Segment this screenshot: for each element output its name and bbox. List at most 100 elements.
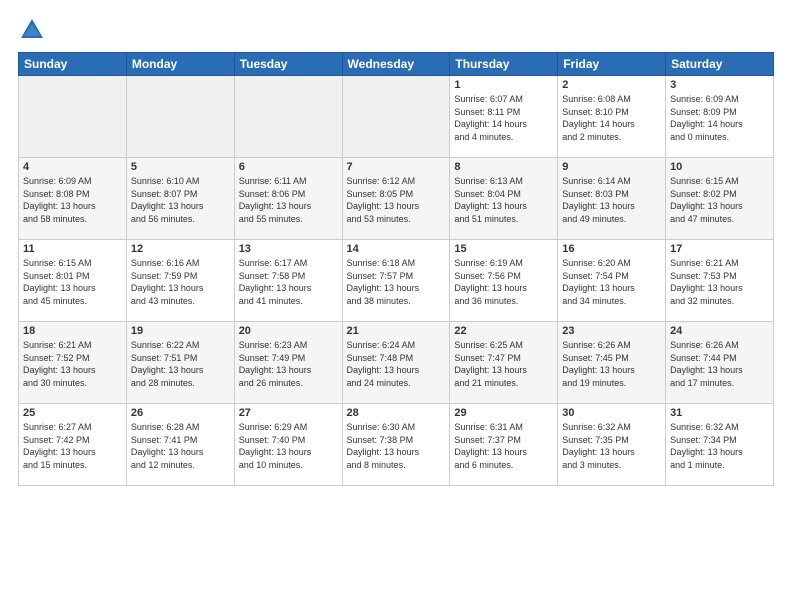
day-info: Sunrise: 6:15 AM Sunset: 8:01 PM Dayligh… <box>23 257 122 307</box>
day-number: 12 <box>131 243 230 255</box>
weekday-header-friday: Friday <box>558 53 666 76</box>
day-info: Sunrise: 6:24 AM Sunset: 7:48 PM Dayligh… <box>347 339 446 389</box>
calendar-cell: 8Sunrise: 6:13 AM Sunset: 8:04 PM Daylig… <box>450 158 558 240</box>
calendar-cell: 1Sunrise: 6:07 AM Sunset: 8:11 PM Daylig… <box>450 76 558 158</box>
day-number: 16 <box>562 243 661 255</box>
calendar-cell: 23Sunrise: 6:26 AM Sunset: 7:45 PM Dayli… <box>558 322 666 404</box>
day-number: 11 <box>23 243 122 255</box>
day-info: Sunrise: 6:32 AM Sunset: 7:35 PM Dayligh… <box>562 421 661 471</box>
day-number: 21 <box>347 325 446 337</box>
calendar-week-row: 25 Sunrise: 6:27 AM Sunset: 7:42 PM Dayli… <box>19 404 774 486</box>
calendar-cell: 30 Sunrise: 6:32 AM Sunset: 7:35 PM Dayli… <box>558 404 666 486</box>
calendar-cell: 31 Sunrise: 6:32 AM Sunset: 7:34 PM Dayli… <box>666 404 774 486</box>
calendar-cell: 9 Sunrise: 6:14 AM Sunset: 8:03 PM Daylig… <box>558 158 666 240</box>
day-info: Sunrise: 6:28 AM Sunset: 7:41 PM Dayligh… <box>131 421 230 471</box>
calendar-cell: 17 Sunrise: 6:21 AM Sunset: 7:53 PM Dayli… <box>666 240 774 322</box>
calendar-cell <box>19 76 127 158</box>
calendar-cell: 10 Sunrise: 6:15 AM Sunset: 8:02 PM Dayli… <box>666 158 774 240</box>
day-info: Sunrise: 6:09 AM Sunset: 8:09 PM Dayligh… <box>670 93 769 143</box>
day-info: Sunrise: 6:09 AM Sunset: 8:08 PM Dayligh… <box>23 175 122 225</box>
calendar-cell: 4 Sunrise: 6:09 AM Sunset: 8:08 PM Daylig… <box>19 158 127 240</box>
day-number: 25 <box>23 407 122 419</box>
weekday-header-wednesday: Wednesday <box>342 53 450 76</box>
weekday-header-sunday: Sunday <box>19 53 127 76</box>
day-info: Sunrise: 6:27 AM Sunset: 7:42 PM Dayligh… <box>23 421 122 471</box>
calendar-cell: 15 Sunrise: 6:19 AM Sunset: 7:56 PM Dayli… <box>450 240 558 322</box>
day-number: 9 <box>562 161 661 173</box>
calendar-week-row: 11 Sunrise: 6:15 AM Sunset: 8:01 PM Dayli… <box>19 240 774 322</box>
day-number: 30 <box>562 407 661 419</box>
day-info: Sunrise: 6:11 AM Sunset: 8:06 PM Dayligh… <box>239 175 338 225</box>
calendar-cell: 18 Sunrise: 6:21 AM Sunset: 7:52 PM Dayli… <box>19 322 127 404</box>
calendar-week-row: 18 Sunrise: 6:21 AM Sunset: 7:52 PM Dayli… <box>19 322 774 404</box>
day-number: 17 <box>670 243 769 255</box>
calendar-cell: 2 Sunrise: 6:08 AM Sunset: 8:10 PM Daylig… <box>558 76 666 158</box>
calendar-cell: 24 Sunrise: 6:26 AM Sunset: 7:44 PM Dayli… <box>666 322 774 404</box>
day-number: 20 <box>239 325 338 337</box>
calendar-cell: 19Sunrise: 6:22 AM Sunset: 7:51 PM Dayli… <box>126 322 234 404</box>
calendar-cell <box>234 76 342 158</box>
calendar-cell: 6 Sunrise: 6:11 AM Sunset: 8:06 PM Daylig… <box>234 158 342 240</box>
day-info: Sunrise: 6:14 AM Sunset: 8:03 PM Dayligh… <box>562 175 661 225</box>
calendar-cell: 28 Sunrise: 6:30 AM Sunset: 7:38 PM Dayli… <box>342 404 450 486</box>
calendar-cell <box>342 76 450 158</box>
day-number: 13 <box>239 243 338 255</box>
day-info: Sunrise: 6:21 AM Sunset: 7:52 PM Dayligh… <box>23 339 122 389</box>
calendar-cell: 25 Sunrise: 6:27 AM Sunset: 7:42 PM Dayli… <box>19 404 127 486</box>
day-info: Sunrise: 6:12 AM Sunset: 8:05 PM Dayligh… <box>347 175 446 225</box>
weekday-header-monday: Monday <box>126 53 234 76</box>
day-info: Sunrise: 6:31 AM Sunset: 7:37 PM Dayligh… <box>454 421 553 471</box>
calendar-cell: 7 Sunrise: 6:12 AM Sunset: 8:05 PM Daylig… <box>342 158 450 240</box>
day-number: 29 <box>454 407 553 419</box>
day-number: 7 <box>347 161 446 173</box>
day-info: Sunrise: 6:15 AM Sunset: 8:02 PM Dayligh… <box>670 175 769 225</box>
weekday-header-thursday: Thursday <box>450 53 558 76</box>
day-number: 22 <box>454 325 553 337</box>
day-info: Sunrise: 6:19 AM Sunset: 7:56 PM Dayligh… <box>454 257 553 307</box>
day-info: Sunrise: 6:30 AM Sunset: 7:38 PM Dayligh… <box>347 421 446 471</box>
day-info: Sunrise: 6:32 AM Sunset: 7:34 PM Dayligh… <box>670 421 769 471</box>
day-number: 19 <box>131 325 230 337</box>
day-number: 18 <box>23 325 122 337</box>
day-number: 31 <box>670 407 769 419</box>
day-number: 2 <box>562 79 661 91</box>
calendar-cell: 20 Sunrise: 6:23 AM Sunset: 7:49 PM Dayli… <box>234 322 342 404</box>
calendar-cell: 14Sunrise: 6:18 AM Sunset: 7:57 PM Dayli… <box>342 240 450 322</box>
day-info: Sunrise: 6:26 AM Sunset: 7:45 PM Dayligh… <box>562 339 661 389</box>
calendar-header-row: SundayMondayTuesdayWednesdayThursdayFrid… <box>19 53 774 76</box>
day-number: 28 <box>347 407 446 419</box>
weekday-header-saturday: Saturday <box>666 53 774 76</box>
day-number: 10 <box>670 161 769 173</box>
day-info: Sunrise: 6:25 AM Sunset: 7:47 PM Dayligh… <box>454 339 553 389</box>
day-info: Sunrise: 6:18 AM Sunset: 7:57 PM Dayligh… <box>347 257 446 307</box>
calendar-cell: 27 Sunrise: 6:29 AM Sunset: 7:40 PM Dayli… <box>234 404 342 486</box>
calendar-cell: 13Sunrise: 6:17 AM Sunset: 7:58 PM Dayli… <box>234 240 342 322</box>
day-info: Sunrise: 6:08 AM Sunset: 8:10 PM Dayligh… <box>562 93 661 143</box>
calendar-table: SundayMondayTuesdayWednesdayThursdayFrid… <box>18 52 774 486</box>
header <box>18 16 774 44</box>
day-number: 3 <box>670 79 769 91</box>
day-number: 4 <box>23 161 122 173</box>
day-number: 15 <box>454 243 553 255</box>
day-info: Sunrise: 6:26 AM Sunset: 7:44 PM Dayligh… <box>670 339 769 389</box>
day-info: Sunrise: 6:29 AM Sunset: 7:40 PM Dayligh… <box>239 421 338 471</box>
logo <box>18 16 50 44</box>
calendar-week-row: 1Sunrise: 6:07 AM Sunset: 8:11 PM Daylig… <box>19 76 774 158</box>
day-number: 27 <box>239 407 338 419</box>
weekday-header-tuesday: Tuesday <box>234 53 342 76</box>
day-info: Sunrise: 6:13 AM Sunset: 8:04 PM Dayligh… <box>454 175 553 225</box>
calendar-cell: 26 Sunrise: 6:28 AM Sunset: 7:41 PM Dayli… <box>126 404 234 486</box>
day-number: 6 <box>239 161 338 173</box>
calendar-cell: 22 Sunrise: 6:25 AM Sunset: 7:47 PM Dayli… <box>450 322 558 404</box>
day-info: Sunrise: 6:10 AM Sunset: 8:07 PM Dayligh… <box>131 175 230 225</box>
day-info: Sunrise: 6:20 AM Sunset: 7:54 PM Dayligh… <box>562 257 661 307</box>
calendar-week-row: 4 Sunrise: 6:09 AM Sunset: 8:08 PM Daylig… <box>19 158 774 240</box>
day-info: Sunrise: 6:16 AM Sunset: 7:59 PM Dayligh… <box>131 257 230 307</box>
day-number: 5 <box>131 161 230 173</box>
logo-icon <box>18 16 46 44</box>
day-info: Sunrise: 6:21 AM Sunset: 7:53 PM Dayligh… <box>670 257 769 307</box>
day-number: 24 <box>670 325 769 337</box>
page: SundayMondayTuesdayWednesdayThursdayFrid… <box>0 0 792 612</box>
day-number: 26 <box>131 407 230 419</box>
day-info: Sunrise: 6:23 AM Sunset: 7:49 PM Dayligh… <box>239 339 338 389</box>
